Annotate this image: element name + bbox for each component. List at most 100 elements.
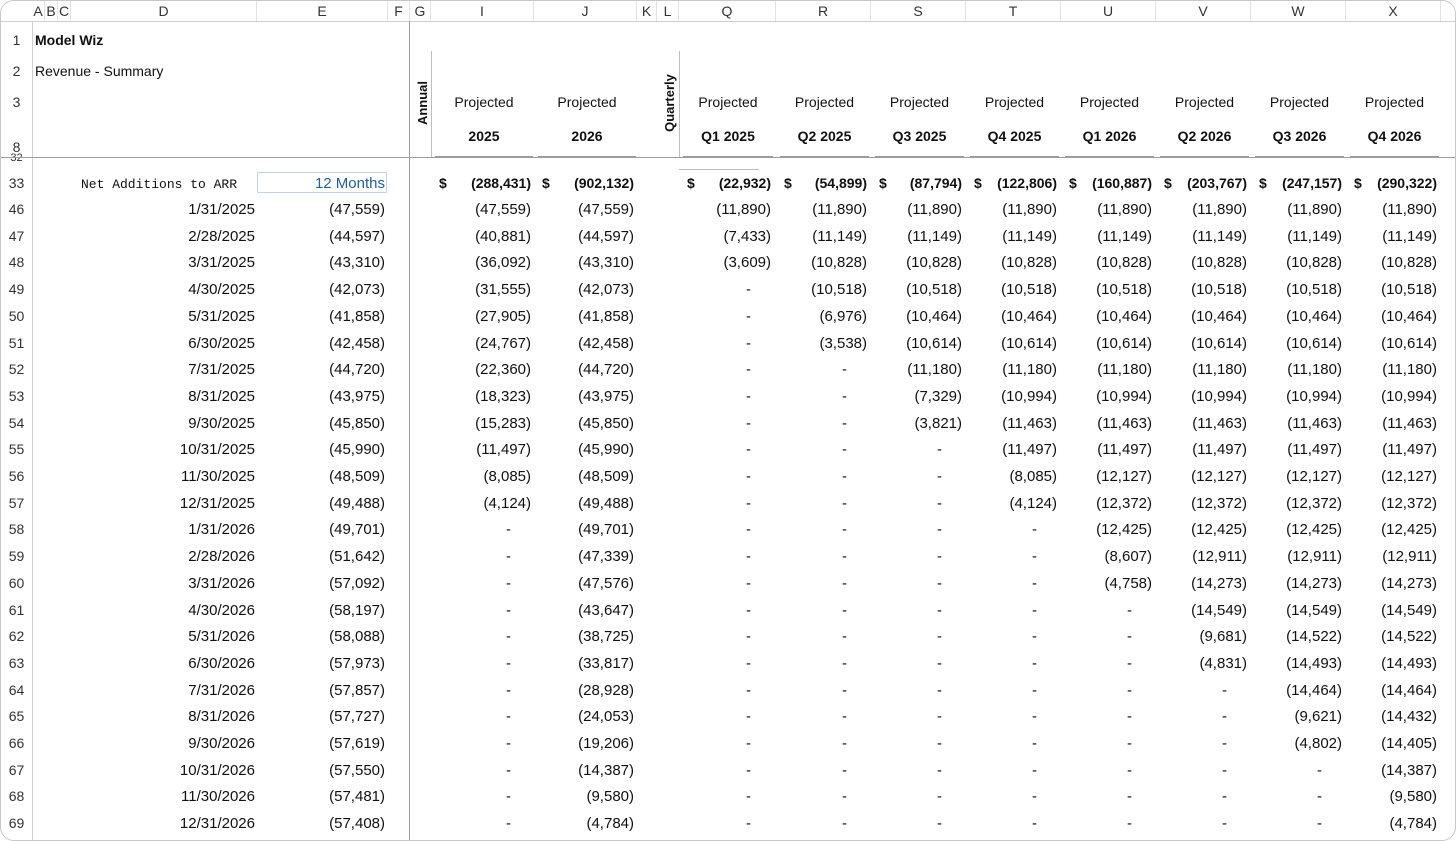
- value-cell[interactable]: (12,372): [1346, 495, 1437, 512]
- row-header-33[interactable]: 33: [1, 175, 32, 191]
- period-header-label[interactable]: Projected: [1251, 94, 1348, 110]
- date-cell[interactable]: 12/31/2025: [71, 495, 255, 512]
- value-cell[interactable]: -: [431, 628, 511, 645]
- value-cell[interactable]: (31,555): [431, 281, 531, 298]
- value-cell[interactable]: (24,767): [431, 335, 531, 352]
- value-cell[interactable]: (27,905): [431, 308, 531, 325]
- value-cell[interactable]: (14,273): [1346, 575, 1437, 592]
- value-cell[interactable]: -: [871, 628, 942, 645]
- value-cell[interactable]: (11,890): [776, 201, 867, 218]
- date-cell[interactable]: 9/30/2025: [71, 415, 255, 432]
- monthly-value-cell[interactable]: (57,727): [257, 708, 385, 725]
- value-cell[interactable]: (11,180): [871, 361, 962, 378]
- monthly-value-cell[interactable]: (49,488): [257, 495, 385, 512]
- value-cell[interactable]: (11,890): [1346, 201, 1437, 218]
- value-cell[interactable]: (48,509): [534, 468, 634, 485]
- value-cell[interactable]: -: [1061, 815, 1132, 832]
- value-cell[interactable]: (12,127): [1061, 468, 1152, 485]
- value-cell[interactable]: -: [871, 441, 942, 458]
- value-cell[interactable]: -: [871, 762, 942, 779]
- value-cell[interactable]: (11,497): [1346, 441, 1437, 458]
- value-cell[interactable]: -: [871, 788, 942, 805]
- value-cell[interactable]: (11,180): [966, 361, 1057, 378]
- value-cell[interactable]: -: [776, 788, 847, 805]
- value-cell[interactable]: (10,994): [1156, 388, 1247, 405]
- column-header-w[interactable]: W: [1251, 1, 1346, 21]
- date-cell[interactable]: 8/31/2026: [71, 708, 255, 725]
- value-cell[interactable]: (11,890): [1156, 201, 1247, 218]
- date-cell[interactable]: 11/30/2025: [71, 468, 255, 485]
- model-title[interactable]: Model Wiz: [35, 32, 103, 48]
- row-header-48[interactable]: 48: [1, 254, 32, 270]
- period-header-period[interactable]: Q4 2026: [1346, 128, 1443, 144]
- value-cell[interactable]: -: [776, 735, 847, 752]
- value-cell[interactable]: (47,559): [431, 201, 531, 218]
- value-cell[interactable]: -: [871, 602, 942, 619]
- value-cell[interactable]: -: [431, 602, 511, 619]
- summary-value[interactable]: (122,806): [966, 175, 1057, 191]
- value-cell[interactable]: (10,994): [966, 388, 1057, 405]
- value-cell[interactable]: (12,425): [1156, 521, 1247, 538]
- value-cell[interactable]: (11,149): [1251, 228, 1342, 245]
- row-header-60[interactable]: 60: [1, 575, 32, 591]
- value-cell[interactable]: -: [966, 521, 1037, 538]
- value-cell[interactable]: (4,784): [534, 815, 634, 832]
- value-cell[interactable]: (11,149): [1061, 228, 1152, 245]
- summary-value[interactable]: (290,322): [1346, 175, 1437, 191]
- row-header-47[interactable]: 47: [1, 228, 32, 244]
- period-header-label[interactable]: Projected: [431, 94, 537, 110]
- monthly-value-cell[interactable]: (48,509): [257, 468, 385, 485]
- value-cell[interactable]: (41,858): [534, 308, 634, 325]
- value-cell[interactable]: (18,323): [431, 388, 531, 405]
- value-cell[interactable]: (10,464): [1346, 308, 1437, 325]
- row-header-32[interactable]: 32: [1, 152, 32, 164]
- date-cell[interactable]: 6/30/2026: [71, 655, 255, 672]
- value-cell[interactable]: -: [431, 548, 511, 565]
- value-cell[interactable]: -: [679, 735, 751, 752]
- value-cell[interactable]: (11,890): [966, 201, 1057, 218]
- date-cell[interactable]: 7/31/2026: [71, 682, 255, 699]
- value-cell[interactable]: -: [679, 308, 751, 325]
- column-header-t[interactable]: T: [966, 1, 1061, 21]
- column-header-r[interactable]: R: [776, 1, 871, 21]
- column-header-a[interactable]: A: [32, 1, 45, 21]
- date-cell[interactable]: 10/31/2025: [71, 441, 255, 458]
- date-cell[interactable]: 6/30/2025: [71, 335, 255, 352]
- period-header-period[interactable]: 2025: [431, 128, 537, 144]
- value-cell[interactable]: (12,372): [1156, 495, 1247, 512]
- value-cell[interactable]: -: [1251, 762, 1322, 779]
- value-cell[interactable]: -: [679, 788, 751, 805]
- value-cell[interactable]: (9,621): [1251, 708, 1342, 725]
- value-cell[interactable]: -: [776, 655, 847, 672]
- value-cell[interactable]: (10,828): [871, 254, 962, 271]
- value-cell[interactable]: (14,522): [1346, 628, 1437, 645]
- summary-value[interactable]: (87,794): [871, 175, 962, 191]
- value-cell[interactable]: -: [1061, 628, 1132, 645]
- value-cell[interactable]: (14,464): [1346, 682, 1437, 699]
- column-header-d[interactable]: D: [71, 1, 257, 21]
- period-header-period[interactable]: Q2 2026: [1156, 128, 1253, 144]
- row-header-69[interactable]: 69: [1, 815, 32, 831]
- value-cell[interactable]: -: [871, 468, 942, 485]
- value-cell[interactable]: -: [776, 708, 847, 725]
- value-cell[interactable]: (12,911): [1251, 548, 1342, 565]
- value-cell[interactable]: (38,725): [534, 628, 634, 645]
- value-cell[interactable]: (10,828): [1251, 254, 1342, 271]
- value-cell[interactable]: (3,821): [871, 415, 962, 432]
- date-cell[interactable]: 4/30/2025: [71, 281, 255, 298]
- value-cell[interactable]: (43,647): [534, 602, 634, 619]
- value-cell[interactable]: -: [871, 735, 942, 752]
- value-cell[interactable]: (10,614): [966, 335, 1057, 352]
- value-cell[interactable]: -: [1156, 708, 1227, 725]
- summary-value[interactable]: (902,132): [534, 175, 634, 191]
- value-cell[interactable]: (4,758): [1061, 575, 1152, 592]
- row-header-68[interactable]: 68: [1, 788, 32, 804]
- value-cell[interactable]: (42,458): [534, 335, 634, 352]
- value-cell[interactable]: (10,828): [1061, 254, 1152, 271]
- period-header-period[interactable]: Q1 2025: [679, 128, 777, 144]
- value-cell[interactable]: -: [776, 521, 847, 538]
- value-cell[interactable]: -: [871, 682, 942, 699]
- value-cell[interactable]: (45,990): [534, 441, 634, 458]
- value-cell[interactable]: -: [966, 575, 1037, 592]
- value-cell[interactable]: (11,463): [1251, 415, 1342, 432]
